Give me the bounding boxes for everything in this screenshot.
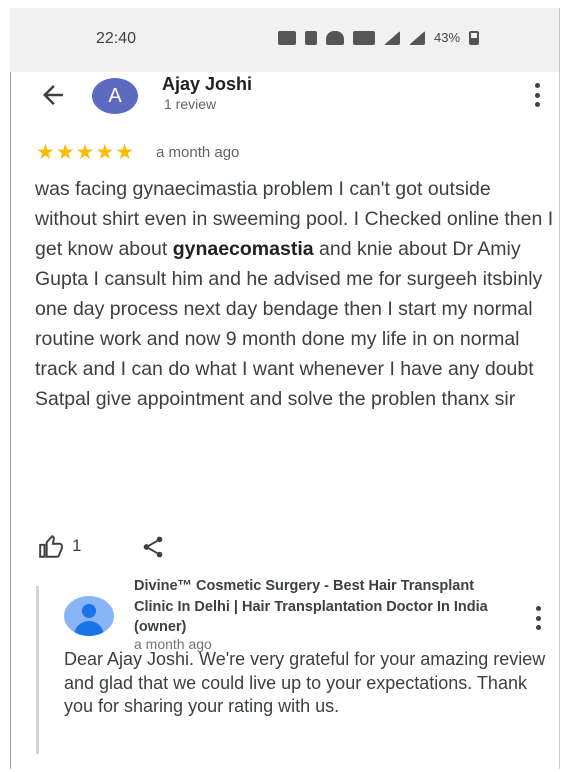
review-date: a month ago (156, 144, 240, 161)
wifi-icon (326, 30, 344, 45)
vibrate-icon (305, 30, 317, 45)
more-options-icon[interactable] (535, 83, 541, 107)
owner-response-text: Dear Ajay Joshi. We're very grateful for… (64, 649, 546, 716)
status-icons: 43% (278, 30, 480, 45)
nfc-icon (278, 30, 296, 45)
volte-icon (353, 30, 375, 45)
like-count: 1 (72, 536, 82, 555)
back-arrow-icon[interactable] (38, 80, 68, 110)
share-icon[interactable] (140, 534, 166, 560)
battery-percentage: 43% (434, 30, 461, 45)
review-text-bold-keyword: gynaecomastia (172, 238, 314, 260)
reviewer-avatar[interactable]: A (92, 78, 138, 114)
status-time: 22:40 (96, 30, 137, 47)
battery-icon (469, 30, 480, 45)
thumbs-up-icon[interactable] (36, 534, 66, 560)
star-rating: ★★★★★ (36, 141, 136, 164)
owner-response-divider (36, 586, 39, 754)
reviewer-review-count: 1 review (164, 96, 217, 112)
review-text: was facing gynaecimastia problem I can't… (35, 174, 557, 414)
owner-more-options-icon[interactable] (536, 606, 542, 630)
review-text-part-2: and knie about Dr Amiy Gupta I cansult h… (35, 238, 543, 410)
owner-avatar-icon (64, 596, 114, 636)
owner-name: Divine™ Cosmetic Surgery - Best Hair Tra… (134, 578, 488, 635)
signal-icon-2 (409, 30, 425, 45)
reviewer-avatar-letter: A (108, 84, 122, 107)
signal-icon-1 (384, 30, 400, 45)
reviewer-name[interactable]: Ajay Joshi (162, 74, 252, 95)
